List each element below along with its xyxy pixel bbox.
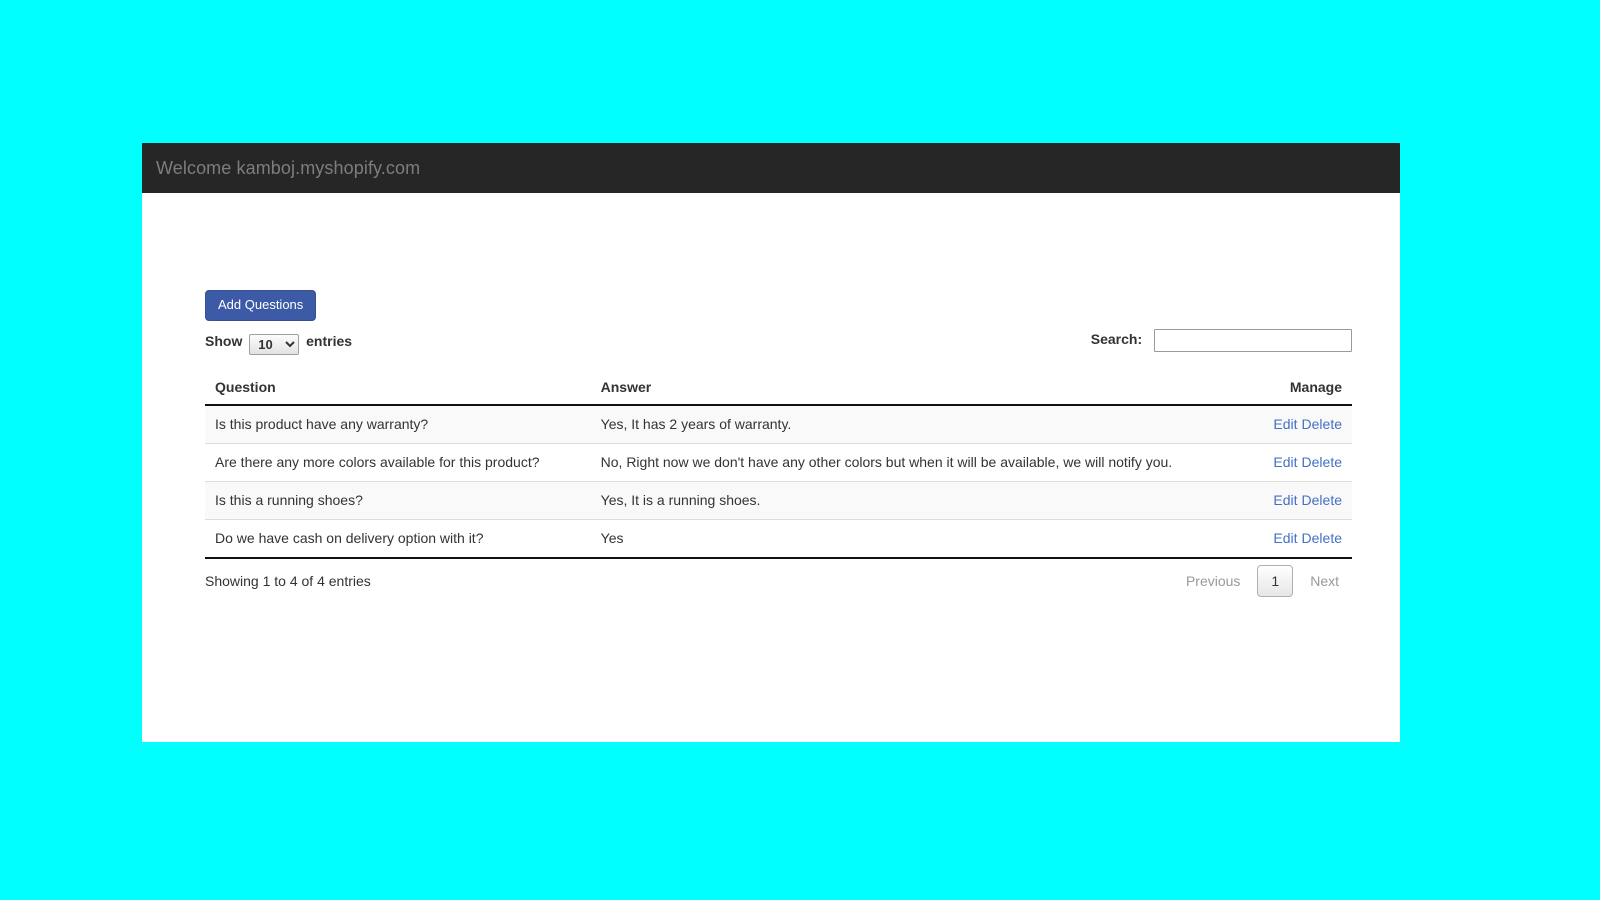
add-questions-button[interactable]: Add Questions xyxy=(205,290,317,321)
pagination: Previous 1 Next xyxy=(1173,565,1352,597)
cell-answer: Yes xyxy=(590,519,1253,559)
column-header-question[interactable]: Question xyxy=(205,371,591,406)
table-head: Question Answer Manage xyxy=(205,371,1352,406)
entries-info-text: Showing 1 to 4 of 4 entries xyxy=(205,573,371,589)
delete-link[interactable]: Delete xyxy=(1302,492,1342,508)
cell-manage: Edit Delete xyxy=(1252,443,1352,482)
table-body: Is this product have any warranty? Yes, I… xyxy=(205,404,1352,559)
cell-question: Is this product have any warranty? xyxy=(205,404,591,444)
delete-link[interactable]: Delete xyxy=(1302,416,1342,432)
table-row: Do we have cash on delivery option with … xyxy=(205,519,1352,559)
search-input[interactable] xyxy=(1154,329,1352,352)
cell-question: Are there any more colors available for … xyxy=(205,443,591,482)
entries-per-page-select[interactable]: 102550100 xyxy=(249,334,300,355)
delete-link[interactable]: Delete xyxy=(1302,530,1342,546)
questions-table: Question Answer Manage Is this product h… xyxy=(205,371,1352,559)
questions-datatable-wrapper: Show 102550100 entries Search: Question … xyxy=(205,329,1352,603)
column-header-manage[interactable]: Manage xyxy=(1252,371,1352,406)
navbar-brand-welcome-text: Welcome kamboj.myshopify.com xyxy=(156,158,421,178)
cell-answer: Yes, It has 2 years of warranty. xyxy=(590,404,1253,444)
edit-link[interactable]: Edit xyxy=(1273,530,1297,546)
table-row: Is this a running shoes? Yes, It is a run… xyxy=(205,481,1352,520)
datatable-toolbar: Show 102550100 entries Search: xyxy=(205,329,1352,361)
entries-label: entries xyxy=(306,333,353,349)
search-filter-control: Search: xyxy=(1091,329,1352,352)
application-panel: Welcome kamboj.myshopify.com Add Questio… xyxy=(142,143,1400,742)
edit-link[interactable]: Edit xyxy=(1273,416,1297,432)
edit-link[interactable]: Edit xyxy=(1273,454,1297,470)
cell-manage: Edit Delete xyxy=(1252,404,1352,444)
table-row: Is this product have any warranty? Yes, I… xyxy=(205,404,1352,444)
edit-link[interactable]: Edit xyxy=(1273,492,1297,508)
top-navbar: Welcome kamboj.myshopify.com xyxy=(142,143,1400,193)
pagination-page-1-button[interactable]: 1 xyxy=(1257,565,1294,597)
pagination-next-button[interactable]: Next xyxy=(1297,565,1352,597)
cell-question: Do we have cash on delivery option with … xyxy=(205,519,591,559)
delete-link[interactable]: Delete xyxy=(1302,454,1342,470)
column-header-answer[interactable]: Answer xyxy=(590,371,1253,406)
datatable-footer: Showing 1 to 4 of 4 entries Previous 1 N… xyxy=(205,559,1352,603)
cell-answer: No, Right now we don't have any other co… xyxy=(590,443,1253,482)
pagination-previous-button[interactable]: Previous xyxy=(1173,565,1253,597)
cell-manage: Edit Delete xyxy=(1252,519,1352,559)
entries-length-control: Show 102550100 entries xyxy=(205,333,352,355)
cell-question: Is this a running shoes? xyxy=(205,481,591,520)
show-label: Show xyxy=(205,333,243,349)
cell-answer: Yes, It is a running shoes. xyxy=(590,481,1253,520)
search-label: Search: xyxy=(1090,331,1143,348)
table-header-row: Question Answer Manage xyxy=(205,371,1352,406)
cell-manage: Edit Delete xyxy=(1252,481,1352,520)
table-row: Are there any more colors available for … xyxy=(205,443,1352,482)
